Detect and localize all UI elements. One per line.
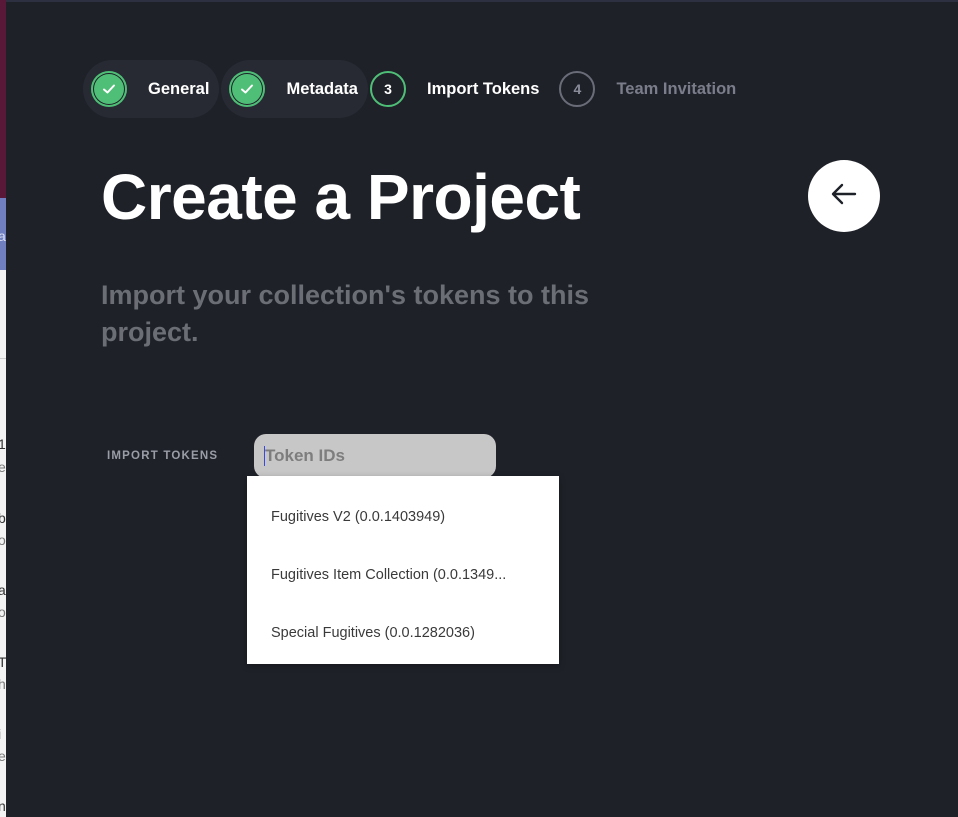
step-label: Import Tokens [426, 79, 540, 98]
background-text-fragment: a [0, 583, 6, 597]
step-general[interactable]: General [83, 60, 220, 118]
step-team-invitation[interactable]: 4 Team Invitation [559, 60, 746, 118]
step-number: 3 [369, 71, 406, 107]
token-option[interactable]: Fugitives Item Collection (0.0.1349... [247, 547, 559, 605]
step-import-tokens[interactable]: 3 Import Tokens [369, 60, 549, 118]
create-project-modal: a 1 e b o a o T h i e n General Metadata… [0, 0, 958, 817]
background-text-fragment: b [0, 511, 6, 525]
import-tokens-label: IMPORT TOKENS [107, 450, 219, 462]
step-metadata[interactable]: Metadata [221, 60, 368, 118]
page-subtitle: Import your collection's tokens to this … [101, 280, 589, 347]
arrow-left-icon [830, 182, 858, 211]
progress-stepper: General Metadata 3 Import Tokens 4 Team … [83, 60, 748, 118]
window-top-border [0, 0, 958, 2]
token-ids-input[interactable] [254, 434, 496, 478]
step-label: Team Invitation [616, 79, 737, 98]
text-caret [264, 446, 265, 466]
background-text-fragment: o [0, 605, 6, 619]
token-option[interactable]: Special Fugitives (0.0.1282036) [247, 605, 559, 663]
background-text-fragment: n [0, 799, 6, 813]
background-text-fragment: i [0, 727, 6, 741]
background-header [0, 0, 6, 198]
step-label: General [148, 79, 210, 98]
background-text-fragment: a [0, 229, 6, 243]
background-text-fragment: 1 [0, 437, 6, 451]
background-text-fragment: T [0, 655, 6, 669]
page-title: Create a Project [101, 161, 581, 233]
background-text-fragment: o [0, 533, 6, 547]
check-icon [91, 71, 127, 107]
background-text-fragment: e [0, 460, 6, 474]
step-number: 4 [559, 71, 596, 107]
background-text-fragment: e [0, 749, 6, 763]
background-text-fragment: h [0, 677, 6, 691]
check-icon [229, 71, 266, 107]
step-label: Metadata [286, 79, 358, 98]
token-option[interactable]: Fugitives V2 (0.0.1403949) [247, 489, 559, 547]
back-button[interactable] [808, 160, 880, 232]
token-suggestions-dropdown: Fugitives V2 (0.0.1403949) Fugitives Ite… [247, 476, 559, 664]
background-app-strip: a 1 e b o a o T h i e n [0, 0, 6, 817]
background-divider [0, 358, 6, 359]
